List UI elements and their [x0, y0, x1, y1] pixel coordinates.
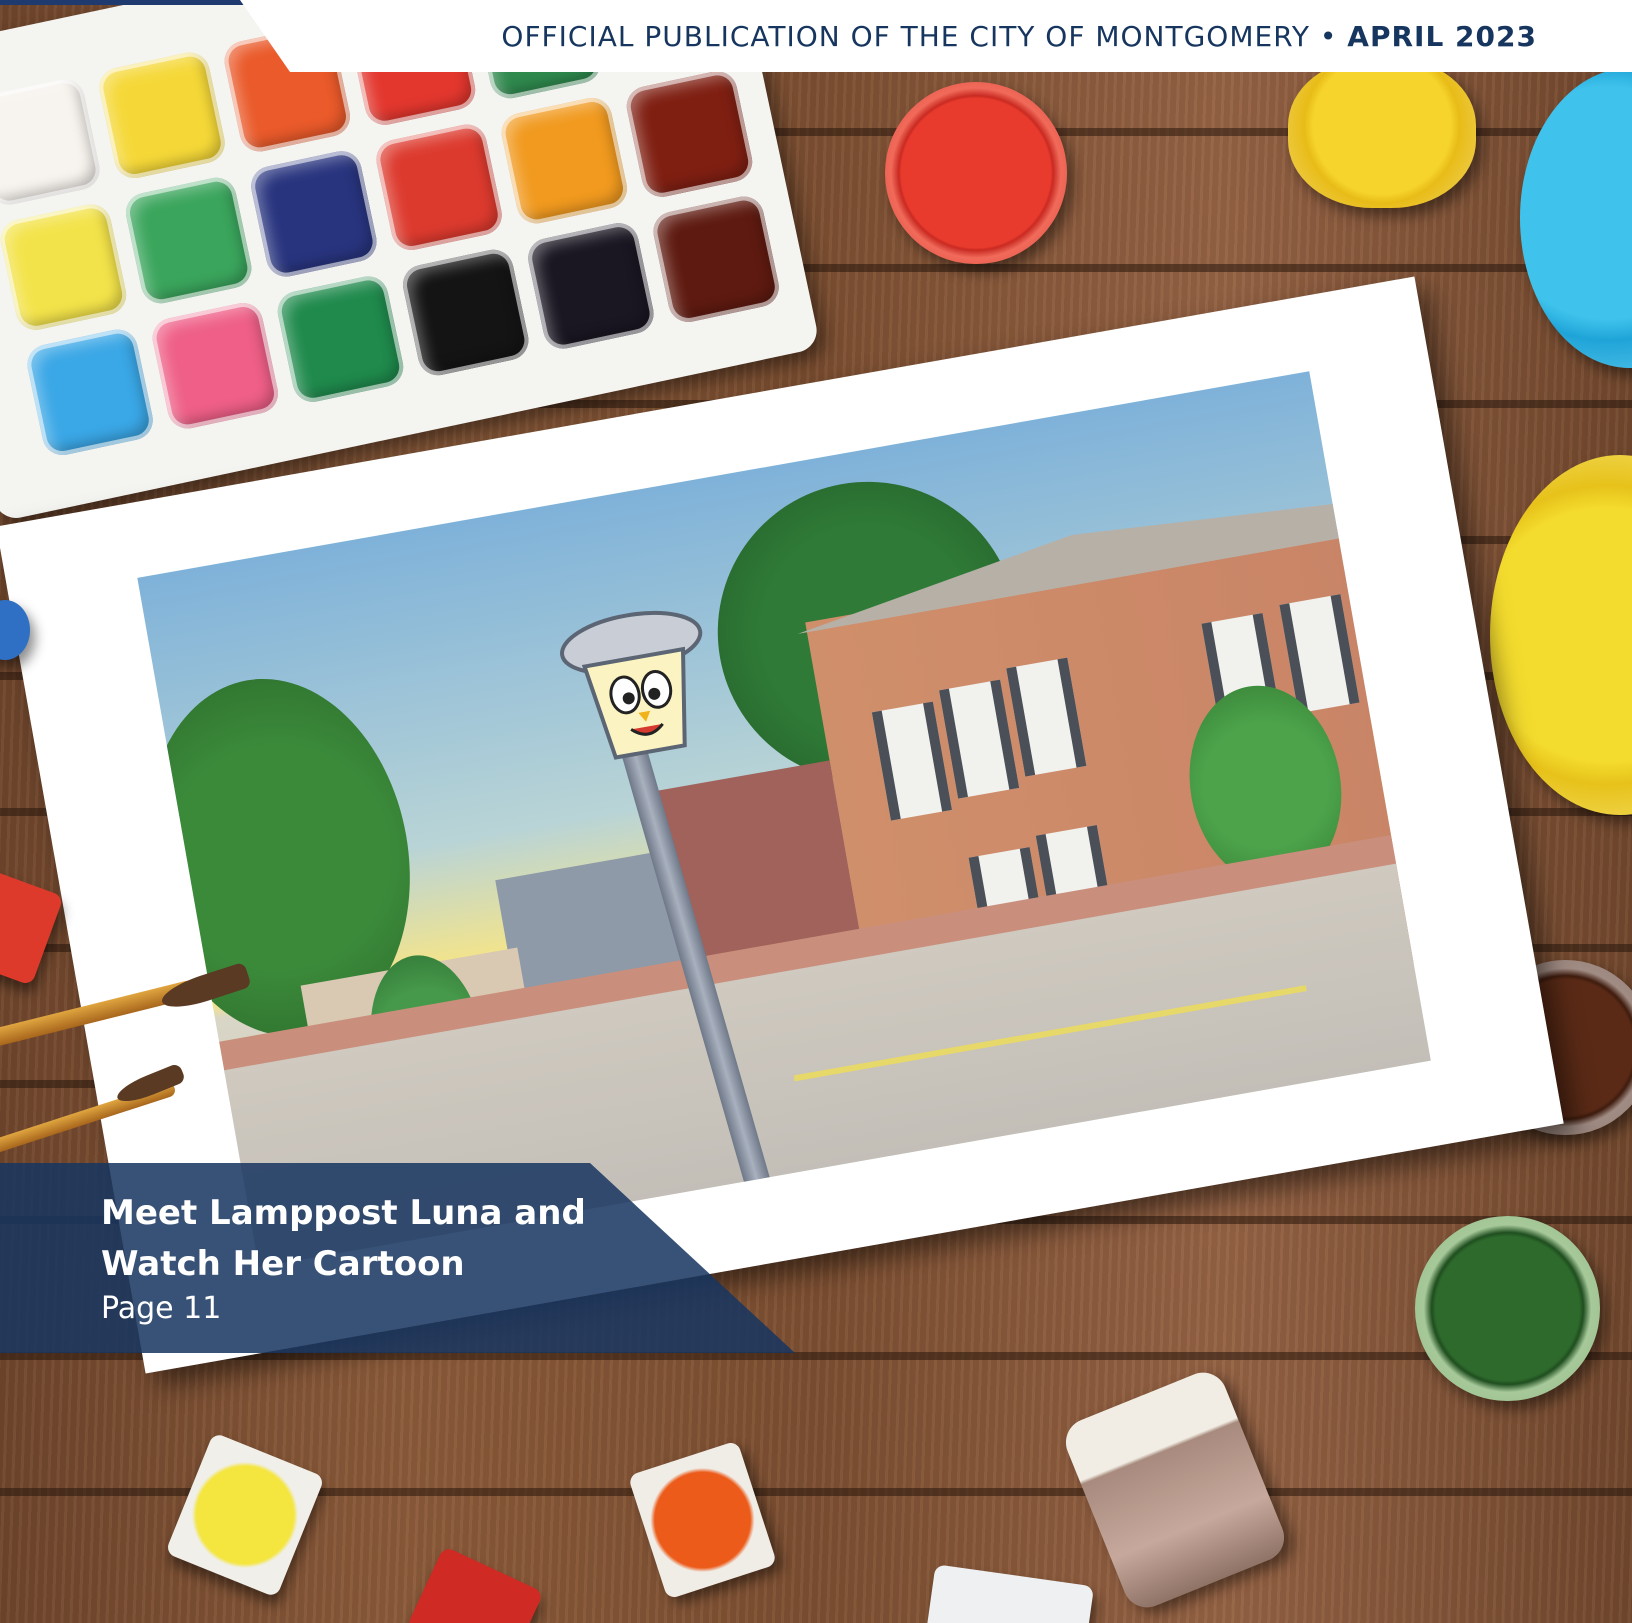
- paint-pan: [0, 200, 130, 334]
- publication-line: OFFICIAL PUBLICATION OF THE CITY OF MONT…: [501, 20, 1537, 53]
- paint-pan: [274, 272, 407, 406]
- paint-pan: [399, 246, 533, 379]
- lamppost-luna-illustration: [137, 371, 1431, 1268]
- paint-pan: [649, 192, 783, 326]
- paint-pan: [497, 94, 631, 228]
- lamppost-luna-head: [552, 601, 726, 775]
- publication-name: OFFICIAL PUBLICATION OF THE CITY OF MONT…: [501, 20, 1310, 53]
- paint-pan: [95, 48, 229, 182]
- red-paint-jar: [885, 82, 1067, 264]
- paint-pan: [372, 120, 506, 254]
- publication-header: OFFICIAL PUBLICATION OF THE CITY OF MONT…: [240, 0, 1632, 72]
- green-paint-jar: [1415, 1216, 1600, 1401]
- paint-pan: [524, 219, 658, 353]
- magazine-cover: OFFICIAL PUBLICATION OF THE CITY OF MONT…: [0, 0, 1632, 1623]
- feature-title: Meet Lamppost Luna and Watch Her Cartoon: [101, 1193, 586, 1284]
- paint-pan: [623, 67, 756, 201]
- paint-pan: [0, 75, 104, 209]
- header-separator: •: [1309, 20, 1348, 53]
- paint-pan: [247, 147, 381, 281]
- feature-page-reference: Page 11: [101, 1291, 222, 1326]
- paint-pan: [23, 325, 157, 459]
- paint-pan: [122, 174, 256, 307]
- issue-date: APRIL 2023: [1347, 20, 1537, 53]
- yellow-paint-jar: [1288, 58, 1476, 208]
- paint-pan: [148, 299, 282, 433]
